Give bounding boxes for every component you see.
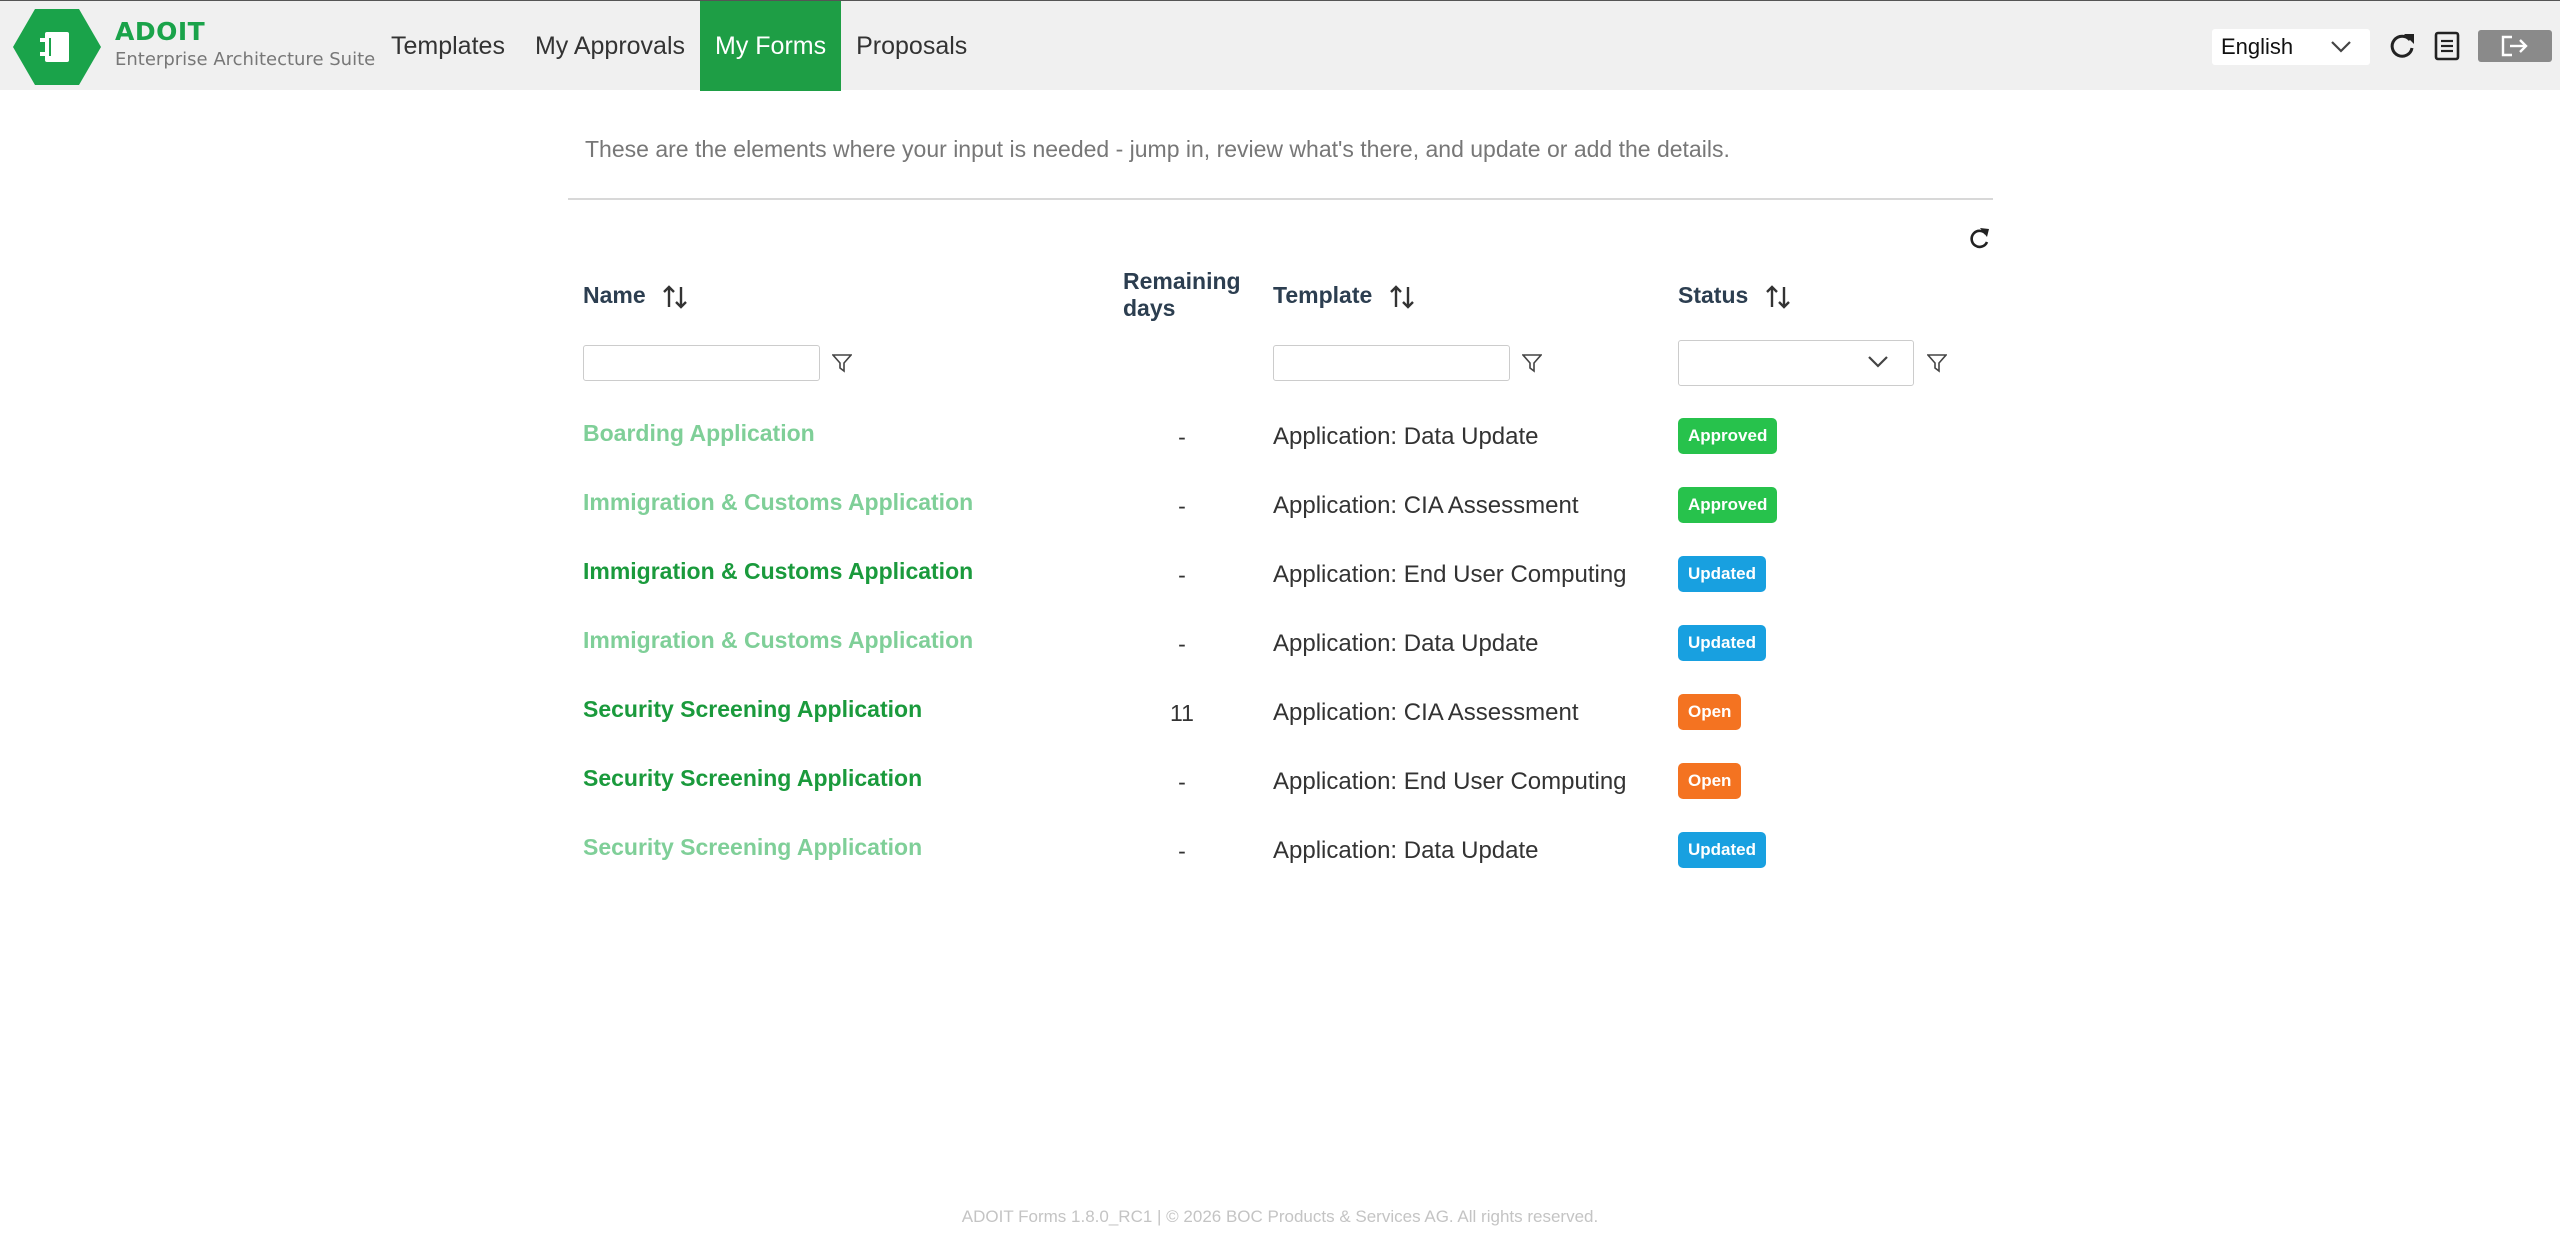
name-filter-input[interactable] bbox=[583, 345, 820, 381]
row-remaining-days: - bbox=[1178, 493, 1186, 519]
status-badge: Open bbox=[1678, 694, 1742, 730]
status-badge: Updated bbox=[1678, 625, 1766, 661]
row-template: Application: CIA Assessment bbox=[1273, 492, 1579, 519]
brand-subtitle: Enterprise Architecture Suite bbox=[115, 49, 376, 70]
column-name-label: Name bbox=[583, 282, 646, 308]
main-nav: Templates My Approvals My Forms Proposal… bbox=[376, 1, 982, 91]
row-name-link[interactable]: Boarding Application bbox=[583, 420, 815, 447]
template-filter-input[interactable] bbox=[1273, 345, 1510, 381]
row-name-link[interactable]: Immigration & Customs Application bbox=[583, 627, 973, 654]
footer-copyright: ADOIT Forms 1.8.0_RC1 | © 2026 BOC Produ… bbox=[961, 1207, 1599, 1226]
row-template: Application: Data Update bbox=[1273, 630, 1539, 657]
chevron-down-icon bbox=[1868, 356, 1888, 368]
nav-templates[interactable]: Templates bbox=[376, 1, 520, 91]
row-name-link[interactable]: Immigration & Customs Application bbox=[583, 489, 973, 516]
column-template-label: Template bbox=[1273, 282, 1373, 308]
status-badge: Open bbox=[1678, 763, 1742, 799]
row-remaining-days: - bbox=[1178, 562, 1186, 588]
filter-icon[interactable] bbox=[832, 353, 852, 373]
chevron-down-icon bbox=[2331, 41, 2351, 53]
remaining-label-line1: Remaining bbox=[1123, 268, 1241, 294]
row-template: Application: Data Update bbox=[1273, 837, 1539, 864]
row-template: Application: Data Update bbox=[1273, 423, 1539, 450]
row-remaining-days: - bbox=[1178, 424, 1186, 450]
adoit-logo-icon bbox=[13, 9, 101, 85]
sort-icon[interactable] bbox=[1389, 284, 1415, 310]
nav-my-approvals[interactable]: My Approvals bbox=[520, 1, 700, 91]
column-header-name[interactable]: Name bbox=[583, 282, 688, 310]
row-template: Application: CIA Assessment bbox=[1273, 699, 1579, 726]
column-header-status[interactable]: Status bbox=[1678, 282, 1791, 310]
status-filter-select[interactable] bbox=[1678, 340, 1914, 386]
row-name-link[interactable]: Security Screening Application bbox=[583, 834, 922, 861]
column-header-remaining-days: Remaining days bbox=[1123, 268, 1241, 322]
row-remaining-days: - bbox=[1178, 631, 1186, 657]
nav-my-forms[interactable]: My Forms bbox=[700, 1, 842, 91]
table-refresh-icon[interactable] bbox=[1966, 224, 1994, 254]
row-remaining-days: - bbox=[1178, 769, 1186, 795]
sort-icon[interactable] bbox=[1765, 284, 1791, 310]
column-header-template[interactable]: Template bbox=[1273, 282, 1415, 310]
row-remaining-days: 11 bbox=[1170, 700, 1194, 726]
app-header: ADOIT Enterprise Architecture Suite Temp… bbox=[0, 0, 2560, 91]
language-select[interactable]: English bbox=[2212, 29, 2370, 65]
remaining-label-line2: days bbox=[1123, 295, 1176, 321]
column-status-label: Status bbox=[1678, 282, 1749, 308]
row-template: Application: End User Computing bbox=[1273, 561, 1627, 588]
divider bbox=[568, 198, 1993, 200]
status-badge: Updated bbox=[1678, 556, 1766, 592]
row-name-link[interactable]: Immigration & Customs Application bbox=[583, 558, 973, 585]
row-remaining-days: - bbox=[1178, 838, 1186, 864]
status-badge: Updated bbox=[1678, 832, 1766, 868]
brand-name: ADOIT bbox=[115, 17, 206, 46]
sort-icon[interactable] bbox=[662, 284, 688, 310]
filter-icon[interactable] bbox=[1522, 353, 1542, 373]
filter-icon[interactable] bbox=[1927, 353, 1947, 373]
row-name-link[interactable]: Security Screening Application bbox=[583, 696, 922, 723]
document-icon[interactable] bbox=[2434, 31, 2460, 61]
logout-button[interactable] bbox=[2478, 30, 2552, 62]
status-badge: Approved bbox=[1678, 418, 1778, 454]
language-value: English bbox=[2221, 34, 2294, 59]
status-badge: Approved bbox=[1678, 487, 1778, 523]
nav-proposals[interactable]: Proposals bbox=[841, 1, 982, 91]
row-name-link[interactable]: Security Screening Application bbox=[583, 765, 922, 792]
refresh-icon[interactable] bbox=[2388, 31, 2416, 61]
logout-icon bbox=[2501, 35, 2528, 57]
intro-text: These are the elements where your input … bbox=[585, 136, 1730, 162]
row-template: Application: End User Computing bbox=[1273, 768, 1627, 795]
